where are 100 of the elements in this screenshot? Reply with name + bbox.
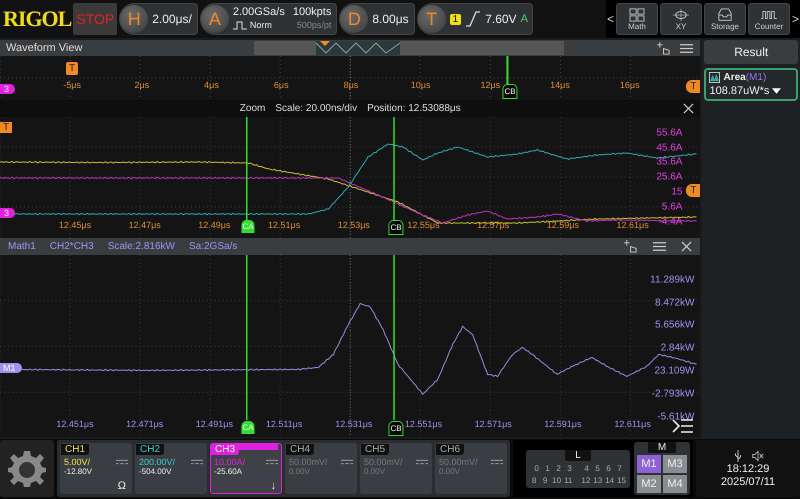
menu-icon[interactable] [652, 240, 668, 253]
current-axis-label: 25.6A [656, 172, 682, 183]
math-sample-rate: Sa:2GSa/s [188, 241, 238, 252]
horizontal-panel[interactable]: H 2.00μs/ [119, 3, 198, 35]
power-axis-label: 8.472kW [655, 297, 694, 308]
channel-scale: 200.00V/ [139, 457, 176, 468]
channel-offset: 0.00V [439, 467, 461, 476]
time-axis-label: 12.571μs [474, 419, 512, 429]
channel-card[interactable]: CH2 200.00V/ -504.00V [135, 443, 207, 494]
logic-bit: 12 [581, 476, 590, 485]
logic-bit: 14 [605, 476, 614, 485]
gear-icon [7, 448, 47, 489]
trigger-position-marker[interactable]: T [66, 62, 78, 75]
cursor-line[interactable] [506, 56, 508, 84]
caret-icon[interactable] [772, 88, 782, 94]
delay-panel[interactable]: D 8.00μs [339, 3, 415, 35]
channel-offset: 0.00V [364, 467, 386, 476]
power-axis-label: 5.656kW [655, 320, 694, 331]
measure-source: (M1) [746, 72, 766, 83]
logic-panel[interactable]: L 0 1 2 3 4 5 6 7 8 9 10 11 12 13 14 15 [526, 450, 630, 488]
xy-plot-icon [672, 8, 690, 22]
dc-coupling-icon [341, 459, 353, 466]
home-button[interactable] [0, 440, 54, 497]
cursor-marker[interactable]: CB [388, 220, 404, 235]
channel-card[interactable]: CH6 50.00mV/ 0.00V [435, 443, 507, 494]
trigger-source: 1 [450, 14, 462, 24]
trigger-marker[interactable]: T [0, 122, 12, 133]
channel-card[interactable]: CH5 50.00mV/ 0.00V [360, 443, 432, 494]
channel-offset: -12.80V [64, 467, 94, 476]
channel-offset: -25.60A [214, 467, 244, 476]
trigger-badge: T [418, 5, 446, 33]
channel-scale: 50.00mV/ [289, 457, 328, 468]
pulse-icon [232, 21, 247, 30]
channel-level-marker[interactable]: 3 [0, 84, 16, 94]
time-axis-label: 8μs [344, 80, 358, 90]
measure-name: Area [723, 72, 746, 83]
time-axis-label: 12.45μs [58, 220, 92, 230]
channel-label: CH6 [436, 444, 464, 456]
rising-edge-icon [465, 10, 482, 28]
power-axis-label: -5.61kW [657, 412, 694, 423]
time-axis-label: 12.591μs [544, 419, 582, 429]
touch-select-icon[interactable] [656, 42, 672, 54]
acquire-panel[interactable]: A 2.00GSa/s Norm 100kpts 500ps/pt [200, 3, 338, 35]
channel-card[interactable]: CH4 50.00mV/ 0.00V [285, 443, 357, 494]
dc-coupling-icon [491, 459, 503, 466]
dc-coupling-icon [416, 459, 428, 466]
app-button[interactable]: Math [616, 3, 658, 35]
close-icon[interactable] [681, 241, 692, 252]
next-arrow[interactable]: > [792, 12, 799, 26]
touch-select-icon[interactable] [623, 240, 638, 253]
current-axis-label: 35.6A [656, 156, 682, 168]
trigger-level-marker[interactable]: T [686, 184, 700, 197]
time-axis-label: 6μs [274, 80, 289, 90]
channel-scale: 5.00V/ [64, 457, 90, 468]
result-card[interactable]: Area(M1) 108.87uW*s [704, 68, 798, 101]
channel-label: CH2 [136, 444, 164, 456]
resolution: 500ps/pt [296, 19, 332, 32]
logic-title: L [565, 450, 591, 461]
time-axis-label: 4μs [204, 80, 219, 90]
delay-value: 8.00μs [372, 12, 409, 26]
app-button[interactable]: XY [660, 3, 702, 35]
previous-arrow[interactable]: < [606, 12, 614, 26]
logic-bit: 11 [564, 476, 572, 485]
cursor-marker[interactable]: CB [388, 421, 404, 436]
trigger-panel[interactable]: T 1 7.60V A [416, 3, 533, 35]
grid-icon [628, 8, 646, 22]
logic-bit: 0 [533, 464, 540, 473]
logic-bit: 6 [605, 464, 612, 473]
channel-level-marker[interactable]: 3 [0, 208, 16, 218]
time-axis-label: 12.551μs [404, 419, 442, 429]
app-button[interactable]: Storage [704, 3, 746, 35]
logic-bit: 3 [566, 464, 573, 473]
zoom-label: Zoom [240, 103, 266, 114]
menu-icon[interactable] [679, 42, 694, 54]
math-channel-button[interactable]: M1 [637, 455, 661, 474]
channel-scale: 10.00A/ [214, 457, 246, 468]
usb-icon [732, 450, 744, 462]
dc-coupling-icon [116, 459, 128, 466]
logic-bit: 4 [583, 464, 590, 473]
time-axis-label: 12μs [480, 80, 500, 90]
channel-card[interactable]: CH3 10.00A/ -25.60A ↓ [210, 443, 282, 494]
clock-date: 2025/07/11 [720, 476, 776, 488]
time-axis-label: 12.61μs [616, 220, 649, 230]
close-icon[interactable] [683, 103, 694, 114]
time-axis-label: 12.53μs [338, 220, 370, 230]
channel-symbol: Ω [118, 480, 126, 492]
channel-label: CH4 [286, 444, 314, 456]
cursor-marker[interactable]: CB [502, 84, 518, 99]
horizontal-badge: H [120, 5, 148, 33]
zoom-position: Position: 12.53088μs [367, 103, 461, 114]
measure-value: 108.87uW*s [709, 85, 770, 97]
trigger-status: A [520, 13, 528, 25]
dc-coupling-icon [266, 459, 278, 466]
channel-offset: 0.00V [289, 467, 311, 476]
result-button[interactable]: Result [704, 40, 798, 64]
trigger-level-marker[interactable]: T [686, 80, 700, 93]
app-button[interactable]: Counter [748, 3, 790, 35]
time-axis-label: 12.59μs [546, 220, 579, 230]
math-buttons-title: M [648, 442, 676, 454]
channel-card[interactable]: CH1 5.00V/ -12.80V Ω [60, 443, 132, 494]
